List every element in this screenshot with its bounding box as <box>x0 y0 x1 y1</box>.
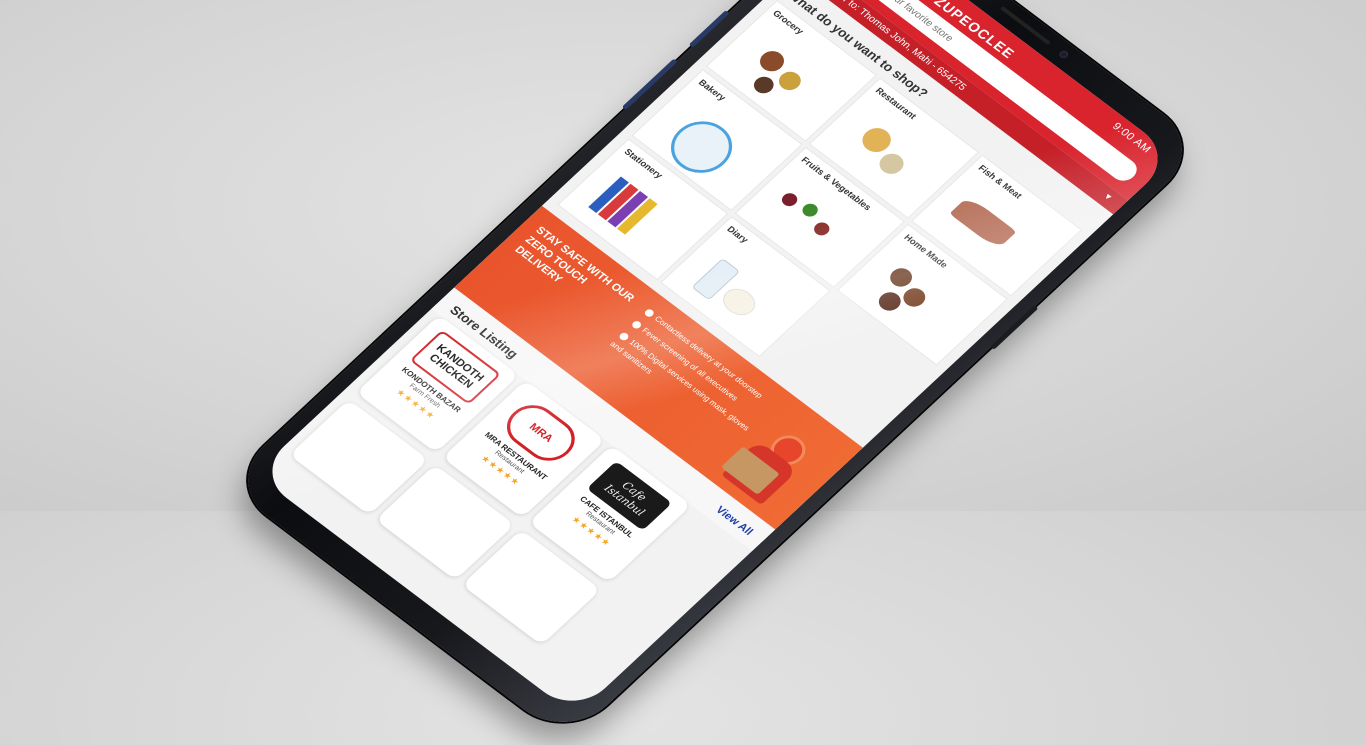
lentil-bowl-icon <box>774 67 806 94</box>
phone-body: ZUPEOCLEE 9:00 AM Deliver to: Thomas Joh… <box>223 0 1207 743</box>
category-label: Diary <box>725 224 751 245</box>
chevron-down-icon: ▾ <box>1101 191 1114 203</box>
cookie-icon <box>899 284 931 311</box>
check-icon <box>617 331 631 342</box>
phone-screen: ZUPEOCLEE 9:00 AM Deliver to: Thomas Joh… <box>254 0 1176 716</box>
cookie-icon <box>874 288 906 315</box>
rice-plate-icon <box>874 149 909 178</box>
leaf-icon <box>799 200 821 219</box>
check-icon <box>643 307 656 319</box>
cheese-icon <box>716 283 762 321</box>
cookie-icon <box>885 264 917 291</box>
meat-cut-icon <box>949 195 1017 250</box>
check-icon <box>630 319 643 330</box>
front-camera-icon <box>1057 49 1070 60</box>
grape-icon <box>778 190 801 209</box>
pizza-icon <box>856 123 897 157</box>
phone-mockup: ZUPEOCLEE 9:00 AM Deliver to: Thomas Joh… <box>223 0 1207 743</box>
spice-bowl-icon <box>755 46 789 76</box>
berry-icon <box>810 219 833 238</box>
category-label: Bakery <box>696 77 728 103</box>
pepper-bowl-icon <box>749 73 778 97</box>
